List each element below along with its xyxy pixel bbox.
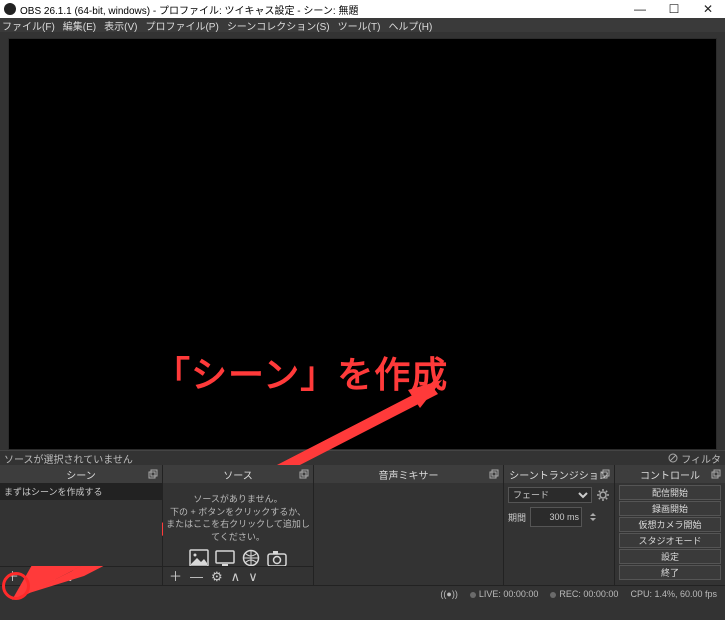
image-source-icon bbox=[189, 549, 209, 566]
popout-icon[interactable] bbox=[299, 469, 309, 479]
duration-stepper[interactable] bbox=[586, 510, 600, 524]
scene-up-button[interactable]: ∧ bbox=[48, 570, 58, 583]
transition-settings-button[interactable] bbox=[596, 488, 610, 502]
scenes-header[interactable]: シーン bbox=[0, 465, 162, 483]
menubar: ファイル(F) 編集(E) 表示(V) プロファイル(P) シーンコレクション(… bbox=[0, 18, 725, 32]
settings-button[interactable]: 設定 bbox=[619, 549, 721, 564]
camera-source-icon bbox=[267, 549, 287, 566]
sources-type-icons bbox=[163, 549, 313, 566]
cpu-fps: CPU: 1.4%, 60.00 fps bbox=[630, 589, 717, 599]
start-streaming-button[interactable]: 配信開始 bbox=[619, 485, 721, 500]
transitions-panel: シーントランジション フェード 期間 bbox=[504, 465, 615, 585]
menu-scene-collection[interactable]: シーンコレクション(S) bbox=[227, 18, 330, 33]
rec-timer: REC: 00:00:00 bbox=[550, 589, 618, 599]
status-bar: ((●)) LIVE: 00:00:00 REC: 00:00:00 CPU: … bbox=[0, 585, 725, 602]
menu-file[interactable]: ファイル(F) bbox=[2, 18, 55, 33]
menu-edit[interactable]: 編集(E) bbox=[63, 18, 96, 33]
filter-label: フィルタ bbox=[681, 451, 721, 466]
start-recording-button[interactable]: 録画開始 bbox=[619, 501, 721, 516]
minimize-button[interactable]: — bbox=[623, 0, 657, 18]
popout-icon[interactable] bbox=[600, 469, 610, 479]
browser-source-icon bbox=[241, 549, 261, 566]
menu-profile[interactable]: プロファイル(P) bbox=[145, 18, 218, 33]
studio-mode-button[interactable]: スタジオモード bbox=[619, 533, 721, 548]
maximize-button[interactable]: ☐ bbox=[657, 0, 691, 18]
sources-list[interactable]: ソースがありません。 下の + ボタンをクリックするか、 またはここを右クリック… bbox=[163, 483, 313, 566]
source-add-button[interactable]: ＋ bbox=[169, 570, 182, 583]
menu-tools[interactable]: ツール(T) bbox=[338, 18, 381, 33]
sources-panel: ソース ソースがありません。 下の + ボタンをクリックするか、 またはここを右… bbox=[163, 465, 314, 585]
popout-icon[interactable] bbox=[489, 469, 499, 479]
obs-window: OBS 26.1.1 (64-bit, windows) - プロファイル: ツ… bbox=[0, 0, 725, 620]
docks: シーン まずはシーンを作成する ＋ — ∧ ∨ ソース ソースがありません。 下… bbox=[0, 465, 725, 585]
transition-select[interactable]: フェード bbox=[508, 487, 592, 503]
mixer-panel: 音声ミキサー bbox=[314, 465, 504, 585]
scenes-panel: シーン まずはシーンを作成する ＋ — ∧ ∨ bbox=[0, 465, 163, 585]
close-button[interactable]: ✕ bbox=[691, 0, 725, 18]
obs-logo-icon bbox=[4, 3, 16, 15]
popout-icon[interactable] bbox=[148, 469, 158, 479]
duration-label: 期間 bbox=[508, 511, 526, 524]
stream-indicator-icon: ((●)) bbox=[440, 589, 457, 599]
scenes-hint: まずはシーンを作成する bbox=[0, 483, 162, 500]
live-timer: LIVE: 00:00:00 bbox=[470, 589, 539, 599]
source-up-button[interactable]: ∧ bbox=[231, 570, 241, 583]
sources-toolbar: ＋ — ⚙ ∧ ∨ bbox=[163, 566, 313, 585]
sources-empty-3: またはここを右クリックして追加してください。 bbox=[163, 518, 313, 543]
sources-header[interactable]: ソース bbox=[163, 465, 313, 483]
mixer-body[interactable] bbox=[314, 483, 503, 585]
source-down-button[interactable]: ∨ bbox=[248, 570, 258, 583]
menu-help[interactable]: ヘルプ(H) bbox=[388, 18, 432, 33]
display-source-icon bbox=[215, 549, 235, 566]
preview-statusline: ソースが選択されていません フィルタ bbox=[0, 450, 725, 465]
window-title: OBS 26.1.1 (64-bit, windows) - プロファイル: ツ… bbox=[20, 2, 623, 17]
exit-button[interactable]: 終了 bbox=[619, 565, 721, 580]
scenes-list[interactable] bbox=[0, 500, 162, 566]
titlebar: OBS 26.1.1 (64-bit, windows) - プロファイル: ツ… bbox=[0, 0, 725, 18]
popout-icon[interactable] bbox=[711, 469, 721, 479]
mixer-header[interactable]: 音声ミキサー bbox=[314, 465, 503, 483]
start-virtual-cam-button[interactable]: 仮想カメラ開始 bbox=[619, 517, 721, 532]
controls-panel: コントロール 配信開始 録画開始 仮想カメラ開始 スタジオモード 設定 終了 bbox=[615, 465, 725, 585]
sources-empty-1: ソースがありません。 bbox=[163, 493, 313, 506]
scene-remove-button[interactable]: — bbox=[27, 570, 40, 583]
scene-down-button[interactable]: ∨ bbox=[66, 570, 76, 583]
no-source-label: ソースが選択されていません bbox=[4, 451, 133, 466]
duration-input[interactable] bbox=[530, 507, 582, 527]
controls-header[interactable]: コントロール bbox=[615, 465, 725, 483]
scenes-toolbar: ＋ — ∧ ∨ bbox=[0, 566, 162, 585]
menu-view[interactable]: 表示(V) bbox=[104, 18, 137, 33]
annotation-text: 「シーン」を作成 bbox=[154, 346, 448, 398]
filter-icon bbox=[668, 453, 678, 463]
transitions-header[interactable]: シーントランジション bbox=[504, 465, 614, 483]
filter-button[interactable]: フィルタ bbox=[668, 451, 721, 466]
sources-empty-2: 下の + ボタンをクリックするか、 bbox=[163, 506, 313, 519]
source-settings-button[interactable]: ⚙ bbox=[211, 570, 223, 583]
scene-add-button[interactable]: ＋ bbox=[6, 570, 19, 583]
source-remove-button[interactable]: — bbox=[190, 570, 203, 583]
